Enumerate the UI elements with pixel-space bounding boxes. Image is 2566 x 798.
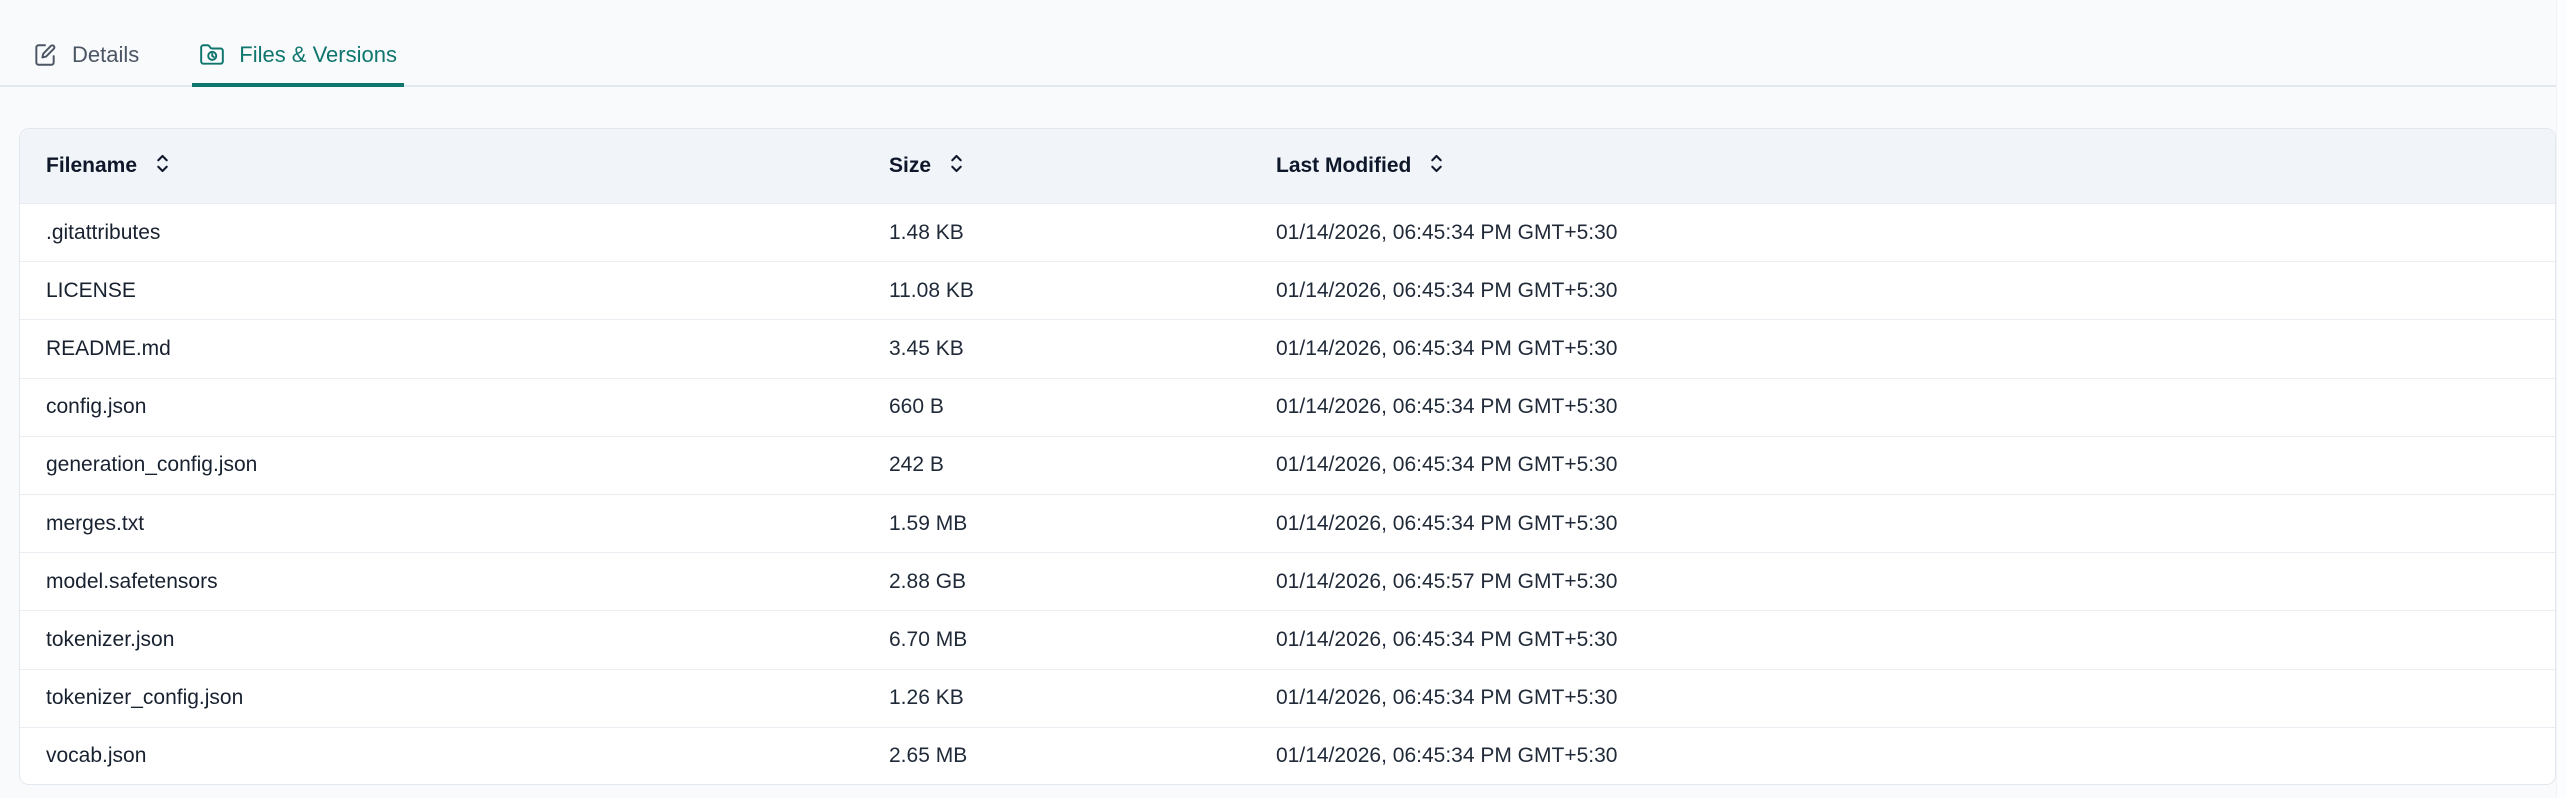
sort-icon	[1429, 153, 1444, 180]
table-row[interactable]: tokenizer_config.json 1.26 KB 01/14/2026…	[20, 669, 2555, 727]
last-modified-cell: 01/14/2026, 06:45:34 PM GMT+5:30	[1276, 279, 2555, 303]
table-row[interactable]: config.json 660 B 01/14/2026, 06:45:34 P…	[20, 378, 2555, 436]
size-cell: 2.65 MB	[889, 744, 1276, 768]
tab-label: Details	[72, 42, 139, 68]
filename-cell[interactable]: tokenizer_config.json	[46, 686, 889, 710]
table-row[interactable]: merges.txt 1.59 MB 01/14/2026, 06:45:34 …	[20, 494, 2555, 552]
filename-cell[interactable]: merges.txt	[46, 512, 889, 536]
tab-files-and-versions[interactable]: Files & Versions	[192, 42, 404, 87]
column-header-last-modified[interactable]: Last Modified	[1276, 153, 2555, 180]
size-cell: 242 B	[889, 453, 1276, 477]
table-row[interactable]: vocab.json 2.65 MB 01/14/2026, 06:45:34 …	[20, 727, 2555, 785]
folder-history-icon	[199, 42, 225, 68]
column-header-size[interactable]: Size	[889, 153, 1276, 180]
table-row[interactable]: generation_config.json 242 B 01/14/2026,…	[20, 436, 2555, 494]
size-cell: 1.26 KB	[889, 686, 1276, 710]
tab-bar: Details Files & Versions	[0, 0, 2556, 87]
size-cell: 3.45 KB	[889, 337, 1276, 361]
table-body: .gitattributes 1.48 KB 01/14/2026, 06:45…	[20, 203, 2555, 785]
size-cell: 1.59 MB	[889, 512, 1276, 536]
filename-cell[interactable]: generation_config.json	[46, 453, 889, 477]
table-row[interactable]: LICENSE 11.08 KB 01/14/2026, 06:45:34 PM…	[20, 261, 2555, 319]
scrollbar-track[interactable]	[2556, 0, 2566, 798]
last-modified-cell: 01/14/2026, 06:45:34 PM GMT+5:30	[1276, 686, 2555, 710]
last-modified-cell: 01/14/2026, 06:45:34 PM GMT+5:30	[1276, 221, 2555, 245]
table-row[interactable]: .gitattributes 1.48 KB 01/14/2026, 06:45…	[20, 203, 2555, 261]
last-modified-cell: 01/14/2026, 06:45:34 PM GMT+5:30	[1276, 395, 2555, 419]
last-modified-cell: 01/14/2026, 06:45:34 PM GMT+5:30	[1276, 628, 2555, 652]
last-modified-cell: 01/14/2026, 06:45:34 PM GMT+5:30	[1276, 512, 2555, 536]
table-header-row: Filename Size Last Modified	[20, 129, 2555, 203]
filename-cell[interactable]: model.safetensors	[46, 570, 889, 594]
sort-icon	[949, 153, 964, 180]
filename-cell[interactable]: LICENSE	[46, 279, 889, 303]
size-cell: 660 B	[889, 395, 1276, 419]
size-cell: 6.70 MB	[889, 628, 1276, 652]
size-cell: 1.48 KB	[889, 221, 1276, 245]
filename-cell[interactable]: tokenizer.json	[46, 628, 889, 652]
table-row[interactable]: model.safetensors 2.88 GB 01/14/2026, 06…	[20, 552, 2555, 610]
last-modified-cell: 01/14/2026, 06:45:57 PM GMT+5:30	[1276, 570, 2555, 594]
filename-cell[interactable]: vocab.json	[46, 744, 889, 768]
table-row[interactable]: tokenizer.json 6.70 MB 01/14/2026, 06:45…	[20, 610, 2555, 668]
filename-cell[interactable]: config.json	[46, 395, 889, 419]
size-cell: 2.88 GB	[889, 570, 1276, 594]
table-row[interactable]: README.md 3.45 KB 01/14/2026, 06:45:34 P…	[20, 319, 2555, 377]
last-modified-cell: 01/14/2026, 06:45:34 PM GMT+5:30	[1276, 337, 2555, 361]
last-modified-cell: 01/14/2026, 06:45:34 PM GMT+5:30	[1276, 744, 2555, 768]
last-modified-cell: 01/14/2026, 06:45:34 PM GMT+5:30	[1276, 453, 2555, 477]
tab-details[interactable]: Details	[25, 42, 146, 87]
size-cell: 11.08 KB	[889, 279, 1276, 303]
column-label: Filename	[46, 154, 137, 178]
files-table-card: Filename Size Last Modified	[19, 128, 2556, 785]
note-edit-icon	[32, 42, 58, 68]
column-label: Size	[889, 154, 931, 178]
filename-cell[interactable]: .gitattributes	[46, 221, 889, 245]
sort-icon	[155, 153, 170, 180]
column-header-filename[interactable]: Filename	[46, 153, 889, 180]
tab-label: Files & Versions	[239, 42, 397, 68]
column-label: Last Modified	[1276, 154, 1411, 178]
filename-cell[interactable]: README.md	[46, 337, 889, 361]
